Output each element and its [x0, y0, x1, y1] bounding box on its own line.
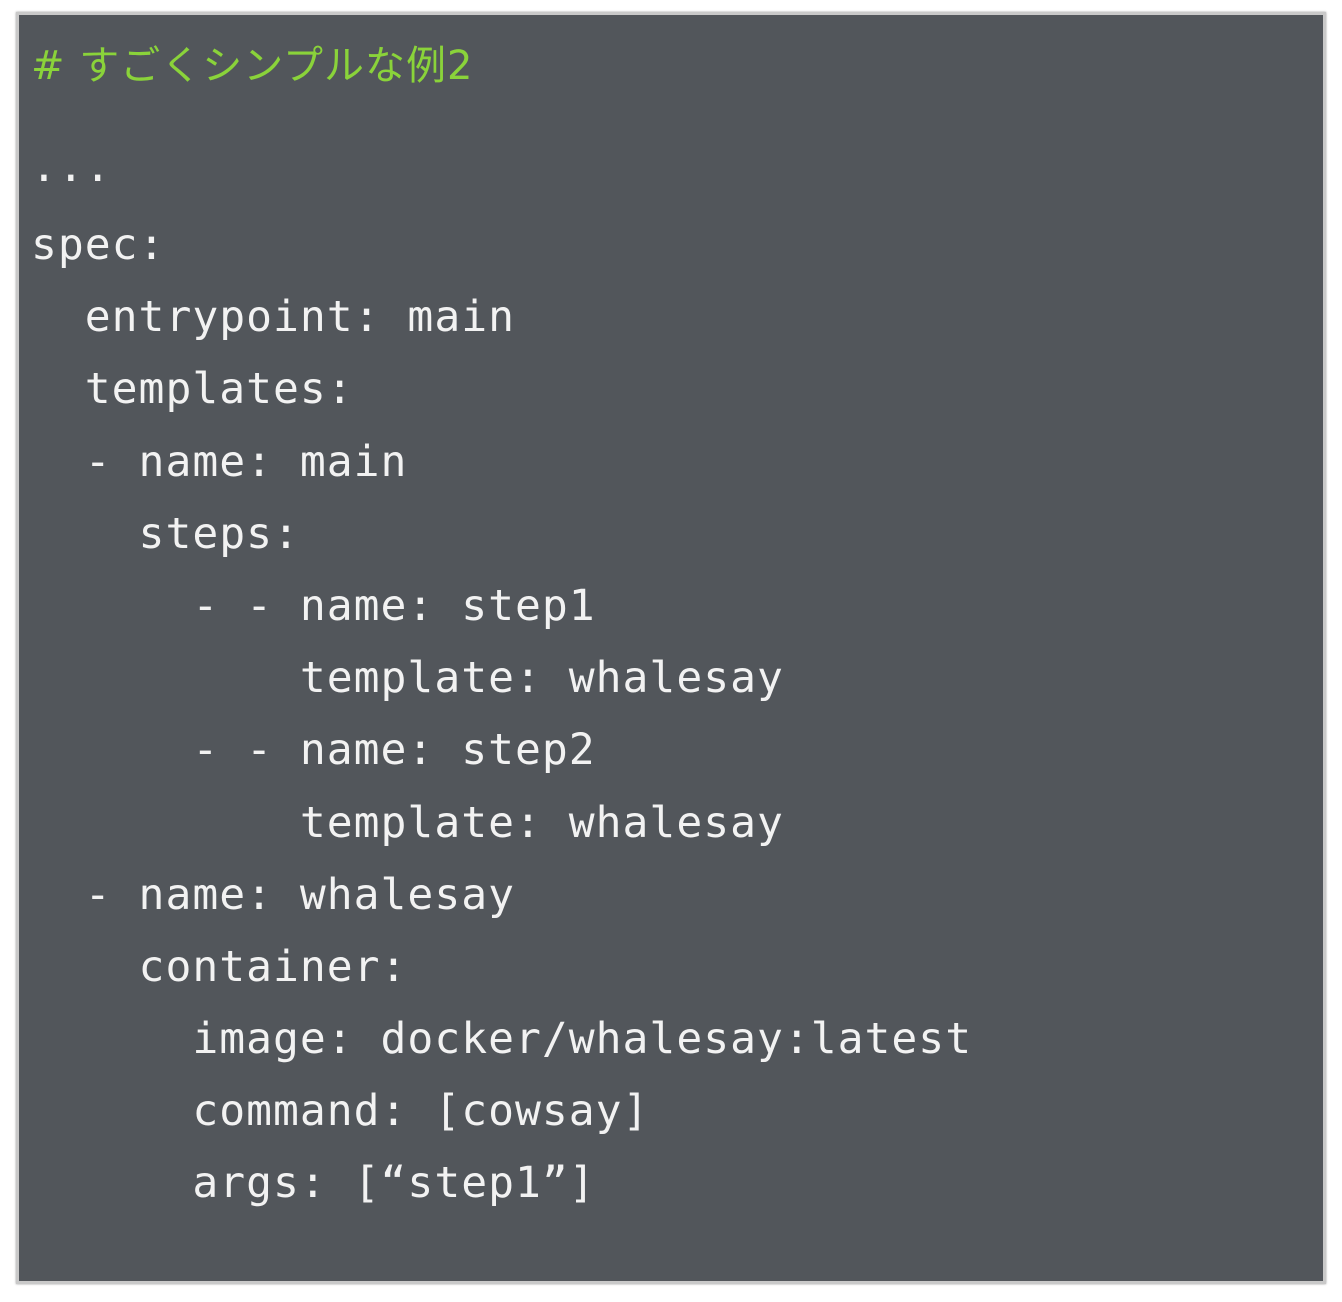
code-line-step1-name: - - name: step1: [31, 580, 596, 631]
code-line-step1-template: template: whalesay: [31, 653, 784, 704]
code-line-step2-name: - - name: step2: [31, 725, 596, 776]
blank-line: [31, 101, 972, 137]
code-line-step2-template: template: whalesay: [31, 797, 784, 848]
code-line-args: args: [“step1”]: [31, 1158, 596, 1209]
code-line-templates: templates:: [31, 364, 354, 415]
code-line-spec: spec:: [31, 220, 166, 270]
code-block: # すごくシンプルな例2 ... spec: entrypoint: main …: [31, 31, 972, 1220]
code-line-template-main: - name: main: [31, 436, 408, 487]
code-line-image: image: docker/whalesay:latest: [31, 1014, 973, 1065]
code-line-steps: steps:: [31, 508, 300, 559]
code-comment: # すごくシンプルな例2: [31, 43, 474, 89]
code-panel: # すごくシンプルな例2 ... spec: entrypoint: main …: [16, 12, 1326, 1284]
code-line-command: command: [cowsay]: [31, 1086, 650, 1137]
code-line-container: container:: [31, 941, 408, 992]
code-line-ellipsis: ...: [31, 142, 112, 192]
code-line-template-whalesay: - name: whalesay: [31, 869, 515, 920]
code-line-entrypoint: entrypoint: main: [31, 292, 515, 343]
